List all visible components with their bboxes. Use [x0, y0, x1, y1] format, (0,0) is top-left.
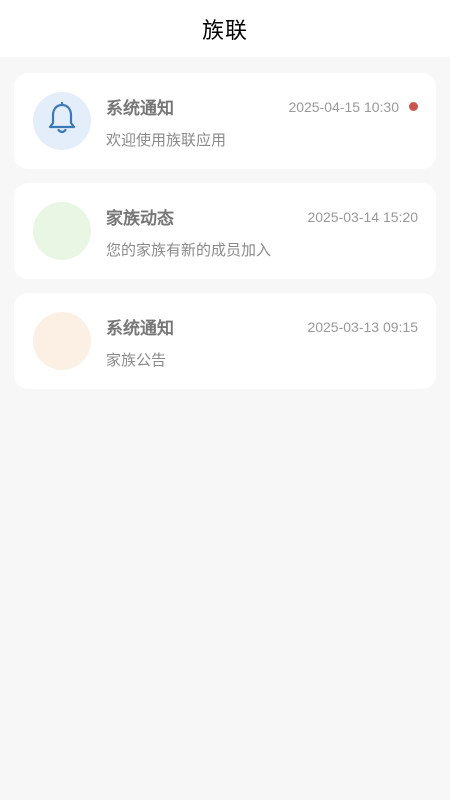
message-content: 系统通知 2025-03-13 09:15 家族公告: [106, 293, 418, 389]
message-item-system-notice[interactable]: 系统通知 2025-04-15 10:30 欢迎使用族联应用: [14, 73, 436, 169]
message-item-system-notice-2[interactable]: 系统通知 2025-03-13 09:15 家族公告: [14, 293, 436, 389]
message-time: 2025-04-15 10:30: [288, 98, 399, 115]
bell-icon: [48, 101, 76, 140]
message-title: 家族动态: [106, 209, 174, 229]
message-avatar: [33, 92, 91, 150]
message-avatar: [33, 312, 91, 370]
message-preview: 家族公告: [106, 351, 167, 369]
page-title: 族联: [201, 18, 248, 44]
message-avatar: [33, 202, 91, 260]
message-title: 系统通知: [106, 99, 174, 119]
message-time: 2025-03-14 15:20: [307, 208, 418, 225]
top-bar: 族联: [0, 0, 450, 57]
message-content: 系统通知 2025-04-15 10:30 欢迎使用族联应用: [106, 73, 418, 169]
message-time: 2025-03-13 09:15: [307, 318, 418, 335]
message-item-family-news[interactable]: 家族动态 2025-03-14 15:20 您的家族有新的成员加入: [14, 183, 436, 279]
unread-dot: [409, 102, 418, 111]
message-title: 系统通知: [106, 319, 174, 339]
message-list: 系统通知 2025-04-15 10:30 欢迎使用族联应用 家族动态 2025…: [0, 57, 450, 389]
message-preview: 欢迎使用族联应用: [106, 131, 227, 149]
message-content: 家族动态 2025-03-14 15:20 您的家族有新的成员加入: [106, 183, 418, 279]
message-preview: 您的家族有新的成员加入: [106, 241, 272, 259]
